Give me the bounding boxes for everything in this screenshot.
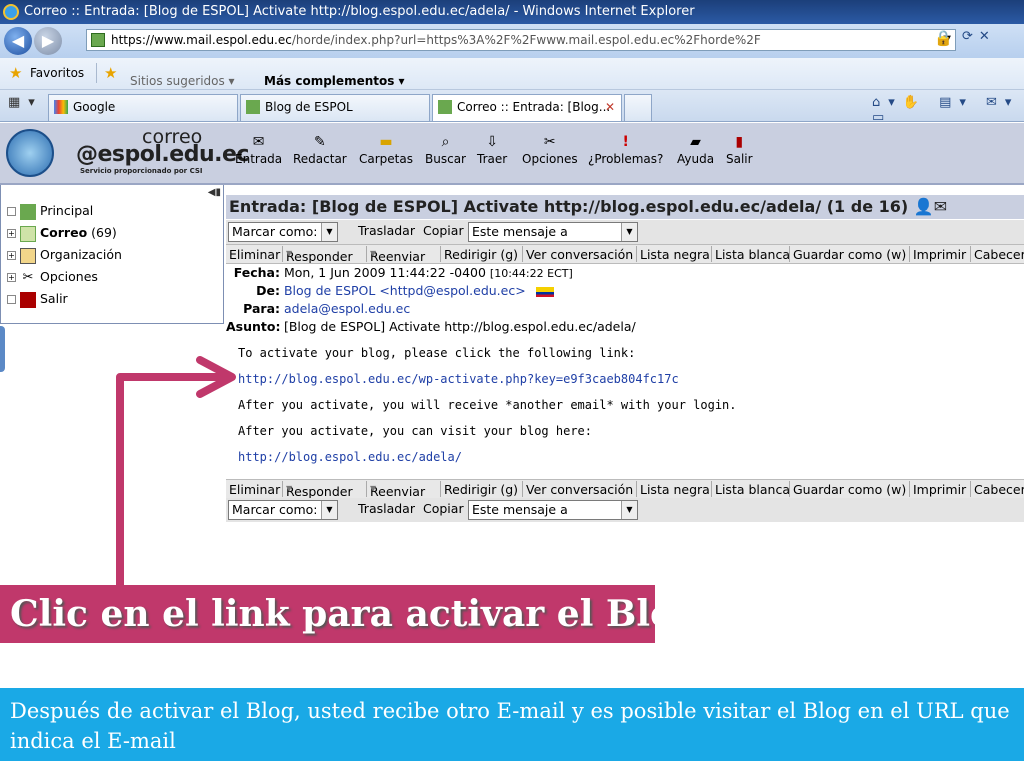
slide-bottom-strip xyxy=(0,761,1024,768)
arrow-shaft xyxy=(116,373,225,588)
caption-text: Clic en el link para activar el Blog xyxy=(10,593,655,635)
annotation-caption: Clic en el link para activar el Blog xyxy=(0,585,655,643)
annotation-arrow xyxy=(116,356,236,588)
annotation-info-box: Después de activar el Blog, usted recibe… xyxy=(0,688,1024,761)
info-text: Después de activar el Blog, usted recibe… xyxy=(10,699,1010,753)
